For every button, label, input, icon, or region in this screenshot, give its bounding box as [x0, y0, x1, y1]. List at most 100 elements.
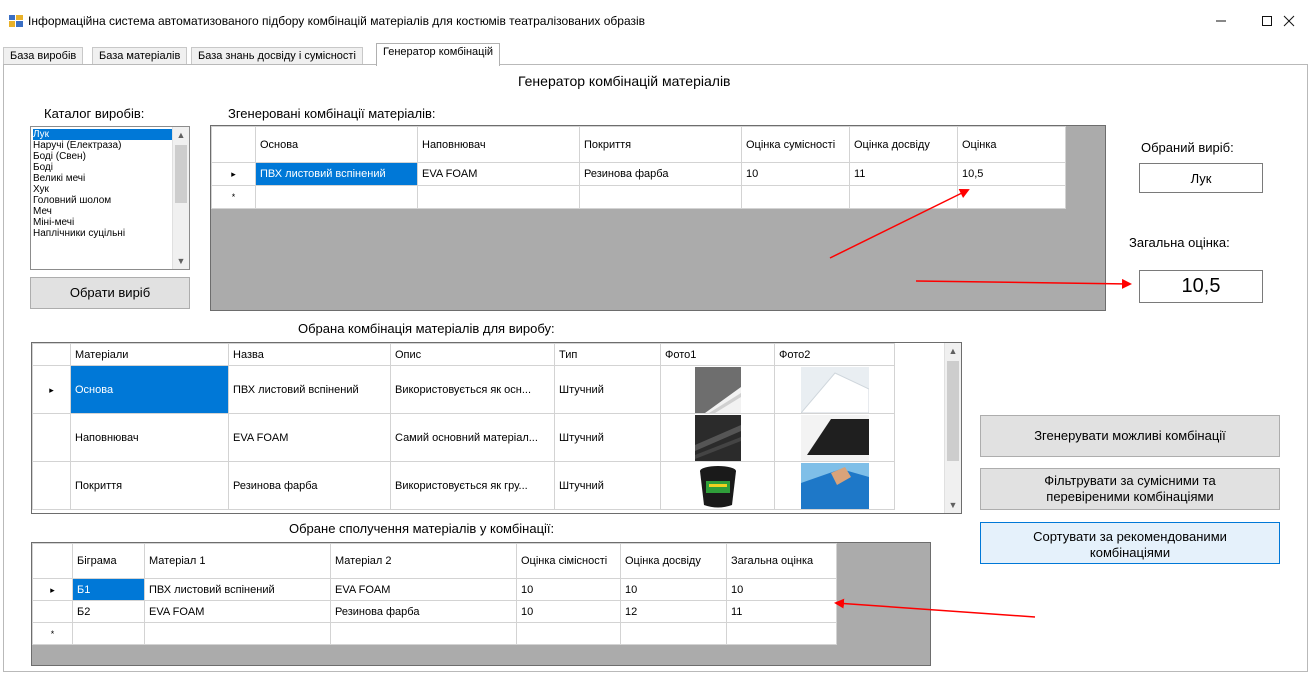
- grid-cell[interactable]: 10: [516, 600, 621, 623]
- grid-cell[interactable]: [849, 185, 958, 209]
- column-header[interactable]: Оцінка досвіду: [849, 126, 958, 163]
- table-row[interactable]: ▸ Б1 ПВХ листовий вспінений EVA FOAM 10 …: [32, 578, 837, 601]
- grid-cell[interactable]: ПВХ листовий вспінений: [255, 162, 418, 186]
- grid-cell[interactable]: 10: [516, 578, 621, 601]
- grid-cell[interactable]: 10: [726, 578, 837, 601]
- scroll-down-icon[interactable]: ▼: [945, 497, 961, 513]
- sort-button[interactable]: Сортувати за рекомендованими комбінаціям…: [980, 522, 1280, 564]
- grid-cell[interactable]: Використовується як гру...: [390, 461, 555, 510]
- grid-cell[interactable]: EVA FOAM: [144, 600, 331, 623]
- tab-knowledge[interactable]: База знань досвіду і сумісності: [191, 47, 363, 65]
- grid-cell[interactable]: Штучний: [554, 413, 661, 462]
- grid-cell[interactable]: Штучний: [554, 461, 661, 510]
- grid-cell[interactable]: Б1: [72, 578, 145, 601]
- grid-cell[interactable]: Резинова фарба: [228, 461, 391, 510]
- grid-cell[interactable]: [660, 413, 775, 462]
- combo-grid[interactable]: Матеріали Назва Опис Тип Фото1 Фото2 ▸ О…: [31, 342, 962, 514]
- table-row[interactable]: Б2 EVA FOAM Резинова фарба 10 12 11: [32, 600, 837, 623]
- grid-cell[interactable]: [417, 185, 580, 209]
- pairs-grid[interactable]: Біграма Матеріал 1 Матеріал 2 Оцінка сім…: [31, 542, 931, 666]
- grid-cell[interactable]: 11: [849, 162, 958, 186]
- column-header[interactable]: Назва: [228, 343, 391, 366]
- catalog-listbox[interactable]: Лук Наручі (Електраза) Боді (Свен) Боді …: [30, 126, 190, 270]
- new-row[interactable]: *: [211, 185, 1066, 209]
- grid-cell[interactable]: Наповнювач: [70, 413, 229, 462]
- column-header[interactable]: Біграма: [72, 543, 145, 579]
- grid-cell[interactable]: ПВХ листовий вспінений: [228, 365, 391, 414]
- grid-cell[interactable]: 10: [741, 162, 850, 186]
- table-row[interactable]: ▸ Основа ПВХ листовий вспінений Використ…: [32, 365, 895, 414]
- column-header[interactable]: Матеріали: [70, 343, 229, 366]
- tab-generator[interactable]: Генератор комбінацій: [376, 43, 501, 66]
- catalog-item[interactable]: Боді (Свен): [33, 151, 173, 162]
- grid-cell[interactable]: [660, 461, 775, 510]
- grid-cell[interactable]: Штучний: [554, 365, 661, 414]
- grid-cell[interactable]: ПВХ листовий вспінений: [144, 578, 331, 601]
- scroll-up-icon[interactable]: ▲: [945, 343, 961, 359]
- grid-cell[interactable]: [579, 185, 742, 209]
- column-header[interactable]: Матеріал 1: [144, 543, 331, 579]
- combo-scrollbar[interactable]: ▲ ▼: [944, 343, 961, 513]
- total-score-field[interactable]: 10,5: [1139, 270, 1263, 303]
- grid-cell[interactable]: [957, 185, 1066, 209]
- new-row[interactable]: *: [32, 622, 837, 645]
- scroll-up-icon[interactable]: ▲: [173, 127, 189, 143]
- grid-cell[interactable]: EVA FOAM: [330, 578, 517, 601]
- grid-cell[interactable]: EVA FOAM: [417, 162, 580, 186]
- grid-cell[interactable]: Б2: [72, 600, 145, 623]
- catalog-item[interactable]: Міні-мечі: [33, 217, 173, 228]
- column-header[interactable]: Оцінка: [957, 126, 1066, 163]
- grid-cell[interactable]: [774, 413, 895, 462]
- grid-cell[interactable]: Основа: [70, 365, 229, 414]
- grid-cell[interactable]: Самий основний матеріал...: [390, 413, 555, 462]
- close-button[interactable]: [1266, 0, 1312, 42]
- catalog-item[interactable]: Головний шолом: [33, 195, 173, 206]
- column-header[interactable]: Тип: [554, 343, 661, 366]
- column-header[interactable]: Матеріал 2: [330, 543, 517, 579]
- catalog-scrollbar[interactable]: ▲ ▼: [172, 127, 189, 269]
- table-row[interactable]: Покриття Резинова фарба Використовується…: [32, 461, 895, 510]
- catalog-item[interactable]: Боді: [33, 162, 173, 173]
- catalog-item[interactable]: Великі мечі: [33, 173, 173, 184]
- column-header[interactable]: Фото2: [774, 343, 895, 366]
- grid-cell[interactable]: [774, 461, 895, 510]
- column-header[interactable]: Оцінка сумісності: [741, 126, 850, 163]
- grid-cell[interactable]: 10: [620, 578, 727, 601]
- grid-cell[interactable]: Резинова фарба: [579, 162, 742, 186]
- grid-cell[interactable]: [255, 185, 418, 209]
- grid-cell[interactable]: [660, 365, 775, 414]
- grid-cell[interactable]: 10,5: [957, 162, 1066, 186]
- table-row[interactable]: Наповнювач EVA FOAM Самий основний матер…: [32, 413, 895, 462]
- grid-cell[interactable]: [741, 185, 850, 209]
- grid-cell[interactable]: EVA FOAM: [228, 413, 391, 462]
- grid-cell[interactable]: [774, 365, 895, 414]
- filter-button[interactable]: Фільтрувати за сумісними та перевіреними…: [980, 468, 1280, 510]
- scroll-thumb[interactable]: [175, 145, 187, 203]
- select-product-button[interactable]: Обрати виріб: [30, 277, 190, 309]
- tab-products[interactable]: База виробів: [3, 47, 84, 65]
- table-row[interactable]: ▸ ПВХ листовий вспінений EVA FOAM Резино…: [211, 162, 1066, 186]
- scroll-thumb[interactable]: [947, 361, 959, 461]
- column-header[interactable]: Оцінка досвіду: [620, 543, 727, 579]
- selected-item-field[interactable]: Лук: [1139, 163, 1263, 193]
- column-header[interactable]: Наповнювач: [417, 126, 580, 163]
- grid-cell[interactable]: Використовується як осн...: [390, 365, 555, 414]
- grid-cell[interactable]: Резинова фарба: [330, 600, 517, 623]
- catalog-item[interactable]: Меч: [33, 206, 173, 217]
- tab-materials[interactable]: База матеріалів: [92, 47, 188, 65]
- column-header[interactable]: Оцінка сімісності: [516, 543, 621, 579]
- catalog-item[interactable]: Лук: [33, 129, 173, 140]
- column-header[interactable]: Опис: [390, 343, 555, 366]
- column-header[interactable]: Загальна оцінка: [726, 543, 837, 579]
- minimize-button[interactable]: [1198, 0, 1244, 42]
- catalog-item[interactable]: Наручі (Електраза): [33, 140, 173, 151]
- scroll-down-icon[interactable]: ▼: [173, 253, 189, 269]
- generate-button[interactable]: Згенерувати можливі комбінації: [980, 415, 1280, 457]
- catalog-item[interactable]: Хук: [33, 184, 173, 195]
- grid-cell[interactable]: 12: [620, 600, 727, 623]
- column-header[interactable]: Фото1: [660, 343, 775, 366]
- generated-grid[interactable]: Основа Наповнювач Покриття Оцінка сумісн…: [210, 125, 1106, 311]
- grid-cell[interactable]: 11: [726, 600, 837, 623]
- grid-cell[interactable]: Покриття: [70, 461, 229, 510]
- column-header[interactable]: Основа: [255, 126, 418, 163]
